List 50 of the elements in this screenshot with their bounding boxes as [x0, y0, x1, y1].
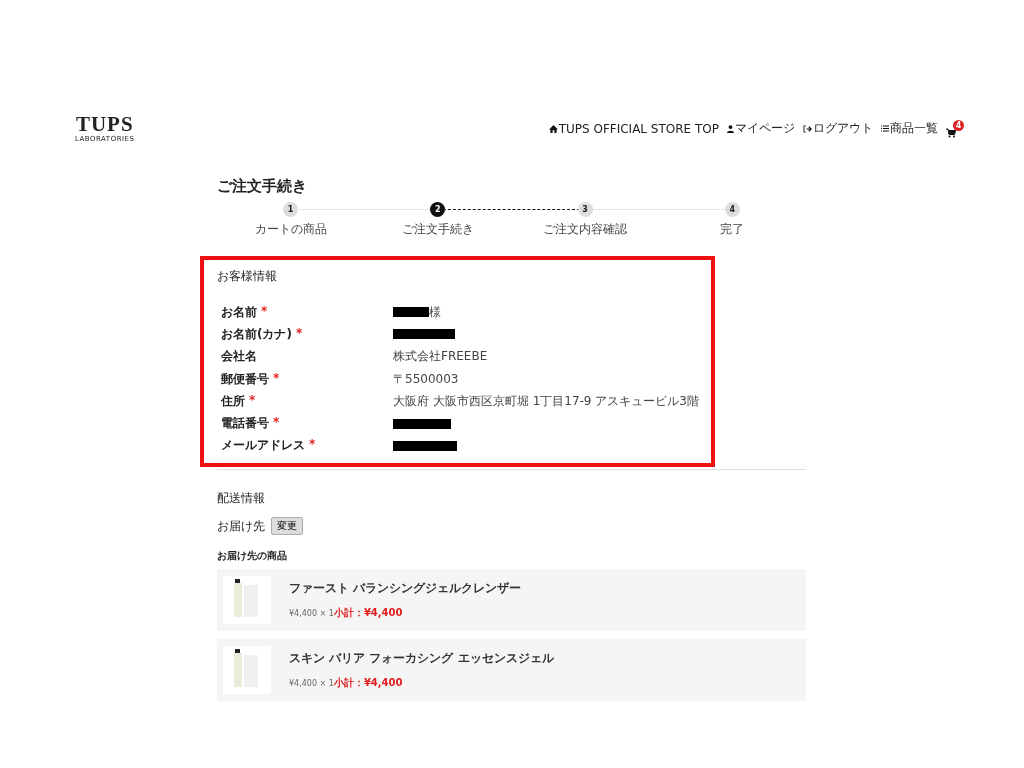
product-name: ファースト バランシングジェルクレンザー — [289, 580, 522, 598]
product-photo-placeholder — [223, 646, 271, 695]
logout-icon — [803, 124, 812, 133]
field-label: お名前 — [221, 303, 257, 321]
nav-link[interactable]: 商品一覧 — [881, 120, 938, 137]
field-label: メールアドレス — [221, 437, 305, 455]
step-label: 完了 — [720, 221, 745, 238]
change-button[interactable]: 変更 — [271, 517, 303, 536]
step-label: カートの商品 — [254, 221, 327, 238]
required-mark: * — [309, 437, 316, 454]
section-title: 配送情報 — [217, 490, 266, 508]
home-icon — [548, 124, 558, 133]
product-photo-placeholder — [223, 576, 271, 625]
subtotal-price: 小計：¥4,400 — [333, 676, 403, 691]
field-value: 株式会社FREEBE — [393, 348, 488, 366]
required-mark: * — [249, 392, 256, 409]
step-label: ご注文手続き — [401, 221, 474, 238]
cart-button[interactable]: 4 — [946, 119, 964, 138]
nav-link[interactable]: マイページ — [727, 120, 795, 137]
field-label: 郵便番号 — [221, 370, 269, 388]
field-label: 住所 — [221, 392, 245, 410]
required-mark: * — [273, 415, 280, 432]
list-icon — [881, 125, 889, 132]
product-name: スキン バリア フォーカシング エッセンスジェル — [289, 650, 554, 668]
honorific-text: 様 — [429, 303, 441, 321]
field-value: 〒5500003 — [393, 370, 459, 388]
nav-link[interactable]: ログアウト — [803, 120, 873, 137]
field-label: お名前(カナ) — [221, 325, 292, 343]
field-label: 電話番号 — [221, 415, 269, 433]
items-heading: お届け先の商品 — [217, 549, 288, 564]
step-number: 3 — [577, 202, 593, 217]
nav-link[interactable]: TUPS OFFICIAL STORE TOP — [548, 121, 719, 136]
cart-count-badge: 4 — [953, 119, 964, 131]
unit-price: ¥4,400 × 1 — [289, 679, 334, 689]
section-title: お客様情報 — [217, 268, 278, 285]
required-mark: * — [261, 303, 268, 320]
page-title: ご注文手続き — [217, 177, 308, 196]
step-number: 1 — [283, 202, 299, 217]
unit-price: ¥4,400 × 1 — [289, 609, 334, 619]
user-icon — [727, 124, 734, 133]
subtotal-price: 小計：¥4,400 — [333, 606, 403, 621]
field-label: 会社名 — [221, 348, 257, 366]
destination-title: お届け先 — [217, 517, 265, 535]
step-label: ご注文内容確認 — [543, 221, 628, 238]
field-value: 大阪府 大阪市西区京町堀 1丁目17-9 アスキュービル3階 — [393, 392, 699, 410]
step-number: 4 — [724, 202, 740, 217]
cart-icon — [946, 127, 956, 138]
step-number: 2 — [430, 202, 446, 217]
required-mark: * — [273, 370, 280, 387]
required-mark: * — [295, 325, 303, 342]
